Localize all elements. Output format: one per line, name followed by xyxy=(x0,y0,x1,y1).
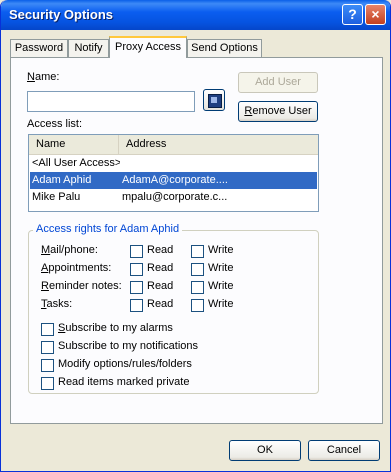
read-label: Read xyxy=(147,298,174,310)
appointments-read-checkbox[interactable] xyxy=(130,263,143,276)
read-label: Read xyxy=(147,244,174,256)
column-header-name[interactable]: Name xyxy=(29,135,119,154)
list-item[interactable]: Mike Palu mpalu@corporate.c... xyxy=(30,189,317,206)
close-button[interactable]: × xyxy=(365,4,386,25)
mail-phone-write-checkbox[interactable] xyxy=(191,245,204,258)
subscribe-alarms-label: Subscribe to my alarms xyxy=(58,322,173,334)
subscribe-notifications-checkbox[interactable] xyxy=(41,341,54,354)
read-private-items-label: Read items marked private xyxy=(58,376,190,388)
close-icon: × xyxy=(371,6,380,22)
access-rights-title: Access rights for Adam Aphid xyxy=(33,223,183,235)
window-title: Security Options xyxy=(9,7,114,22)
reminder-notes-read-checkbox[interactable] xyxy=(130,281,143,294)
list-item-selected[interactable]: Adam Aphid AdamA@corporate.... xyxy=(30,172,317,189)
ok-button[interactable]: OK xyxy=(229,440,301,461)
subscribe-alarms-checkbox[interactable] xyxy=(41,323,54,336)
name-input[interactable] xyxy=(27,91,195,112)
tab-notify[interactable]: Notify xyxy=(68,39,109,57)
write-label: Write xyxy=(208,298,234,310)
tasks-label: Tasks: xyxy=(41,298,73,310)
subscribe-notifications-label: Subscribe to my notifications xyxy=(58,340,199,352)
list-item[interactable]: <All User Access> xyxy=(30,155,317,172)
name-label: Name: xyxy=(27,71,60,83)
question-icon: ? xyxy=(348,6,357,22)
modify-options-checkbox[interactable] xyxy=(41,359,54,372)
appointments-label: Appointments: xyxy=(41,262,112,274)
address-book-icon xyxy=(208,94,222,108)
security-options-dialog: Security Options ? × Password Notify Pro… xyxy=(0,0,391,472)
help-button[interactable]: ? xyxy=(342,4,363,25)
write-label: Write xyxy=(208,262,234,274)
tab-proxy-access[interactable]: Proxy Access xyxy=(109,36,187,58)
read-label: Read xyxy=(147,280,174,292)
remove-user-button[interactable]: Remove User xyxy=(238,101,318,122)
appointments-write-checkbox[interactable] xyxy=(191,263,204,276)
mail-phone-read-checkbox[interactable] xyxy=(130,245,143,258)
mail-phone-label: Mail/phone: xyxy=(41,244,98,256)
access-list[interactable]: Name Address <All User Access> Adam Aphi… xyxy=(28,134,319,212)
reminder-notes-label: Reminder notes: xyxy=(41,280,122,292)
access-list-label: Access list: xyxy=(27,118,83,130)
address-book-button[interactable] xyxy=(203,89,225,111)
tab-send-options[interactable]: Send Options xyxy=(187,39,262,57)
tasks-write-checkbox[interactable] xyxy=(191,299,204,312)
cancel-button[interactable]: Cancel xyxy=(308,440,380,461)
tab-password[interactable]: Password xyxy=(10,39,68,57)
title-bar[interactable]: Security Options ? × xyxy=(1,0,390,30)
column-header-address[interactable]: Address xyxy=(119,135,318,154)
write-label: Write xyxy=(208,280,234,292)
tasks-read-checkbox[interactable] xyxy=(130,299,143,312)
read-label: Read xyxy=(147,262,174,274)
list-header: Name Address xyxy=(29,135,318,155)
read-private-items-checkbox[interactable] xyxy=(41,377,54,390)
add-user-button[interactable]: Add User xyxy=(238,72,318,93)
reminder-notes-write-checkbox[interactable] xyxy=(191,281,204,294)
write-label: Write xyxy=(208,244,234,256)
modify-options-label: Modify options/rules/folders xyxy=(58,358,192,370)
